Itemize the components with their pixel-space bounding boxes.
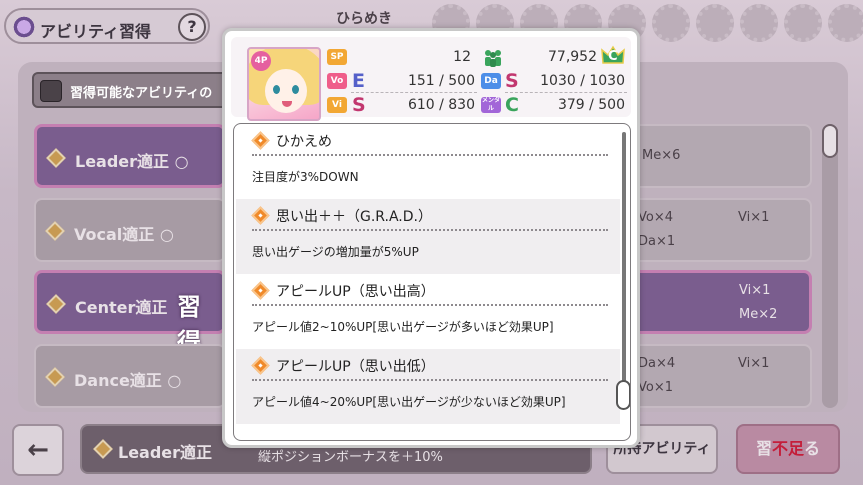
back-button[interactable]: ← (12, 424, 64, 476)
arrow-left-icon: ← (27, 435, 49, 465)
vocal-value: 151 / 500 (407, 73, 475, 89)
stat-underline (351, 92, 477, 93)
section-label: ひらめき (336, 11, 392, 27)
diamond-icon (46, 294, 66, 314)
list-item: 思い出＋＋（G.R.A.D.） 思い出ゲージの増加量が5%UP (236, 199, 620, 274)
mental-value: 379 / 500 (557, 97, 625, 113)
hirameki-popup: 4P SP 12 77,952 C Vo E 151 / 500 Da S 10… (222, 28, 640, 448)
dotted-divider (252, 304, 608, 306)
dotted-divider (252, 154, 608, 156)
ability-name: アピールUP（思い出低） (276, 359, 435, 375)
fans-icon (485, 50, 501, 67)
popup-scrollbar-thumb[interactable] (616, 380, 630, 410)
screen-title-bar: アビリティ習得 ? (4, 8, 210, 44)
diamond-icon (251, 206, 270, 225)
cost-label: Vi×1 (739, 283, 771, 298)
learn-label-a: 習 (755, 439, 772, 458)
list-item: アピールUP（思い出低） アピール値4~20%UP[思い出ゲージが少ないほど効果… (236, 349, 620, 424)
visual-rank: S (352, 94, 366, 116)
ability-row-label: Vocal適正 ○ (74, 225, 174, 244)
vocal-rank: E (352, 70, 365, 92)
ability-name: ひかえめ (276, 134, 332, 150)
gear-icon (784, 4, 822, 42)
cost-label: Vo×4 (638, 210, 674, 225)
fans-value: 77,952 (548, 49, 597, 65)
ability-desc: 思い出ゲージの増加量が5%UP (252, 245, 419, 259)
dotted-divider (252, 229, 608, 231)
selected-ability-title: Leader適正 (118, 443, 213, 462)
screen-title: アビリティ習得 (40, 22, 152, 41)
mental-rank: C (505, 94, 519, 116)
diamond-icon (251, 131, 270, 150)
fan-rank: C (608, 49, 618, 64)
idol-stats-panel: 4P SP 12 77,952 C Vo E 151 / 500 Da S 10… (231, 37, 631, 121)
ability-name: 思い出＋＋（G.R.A.D.） (276, 209, 432, 225)
ability-desc: アピール値4~20%UP[思い出ゲージが少ないほど効果UP] (252, 395, 566, 409)
ability-row[interactable]: Vocal適正 ○ (34, 198, 226, 262)
diamond-icon (93, 439, 113, 459)
gear-icon (652, 4, 690, 42)
filter-label: 習得可能なアビリティの (70, 86, 213, 101)
ability-row[interactable]: Leader適正 ○ (34, 124, 226, 188)
cost-label: Vi×1 (738, 356, 770, 371)
ability-icon (12, 15, 36, 39)
ability-row[interactable]: Center適正 習得 (34, 270, 226, 356)
visual-chip: Vi (327, 97, 347, 113)
list-scrollbar-thumb[interactable] (822, 124, 838, 158)
idol-portrait: 4P (247, 47, 321, 121)
stat-underline (505, 92, 627, 93)
learn-label-b: る (804, 439, 821, 458)
selected-ability-desc: 縦ポジションボーナスを＋10% (258, 450, 443, 465)
learn-button[interactable]: 習不足る (736, 424, 840, 474)
filter-checkbox[interactable] (40, 80, 62, 102)
diamond-icon (251, 356, 270, 375)
cost-label: Da×4 (638, 356, 676, 371)
portrait-badge: 4P (251, 51, 271, 71)
ability-row-label: Dance適正 ○ (74, 371, 182, 390)
learnable-filter[interactable]: 習得可能なアビリティの (32, 72, 237, 108)
dance-rank: S (505, 70, 519, 92)
cost-label: Vo×1 (638, 380, 674, 395)
diamond-icon (251, 281, 270, 300)
ability-desc: 注目度が3%DOWN (252, 170, 359, 184)
cost-label: Me×6 (642, 148, 681, 163)
insufficient-label: 不足 (771, 439, 804, 458)
ability-desc: アピール値2~10%UP[思い出ゲージが多いほど効果UP] (252, 320, 554, 334)
vocal-chip: Vo (327, 73, 347, 89)
help-button[interactable]: ? (178, 13, 206, 41)
cost-label: Me×2 (739, 307, 778, 322)
sp-chip: SP (327, 49, 347, 65)
gear-icon (740, 4, 778, 42)
dotted-divider (252, 379, 608, 381)
dance-chip: Da (481, 73, 501, 89)
list-scrollbar[interactable] (822, 124, 838, 408)
list-item: ひかえめ 注目度が3%DOWN (236, 124, 620, 199)
sp-value: 12 (453, 49, 471, 65)
list-item: アピールUP（思い出高） アピール値2~10%UP[思い出ゲージが多いほど効果U… (236, 274, 620, 349)
ability-row-label: Leader適正 ○ (75, 152, 189, 171)
diamond-icon (45, 367, 65, 387)
diamond-icon (46, 148, 66, 168)
gear-icon (828, 4, 863, 42)
ability-list[interactable]: ひかえめ 注目度が3%DOWN 思い出＋＋（G.R.A.D.） 思い出ゲージの増… (233, 123, 631, 441)
portrait-eye (292, 85, 299, 94)
popup-scrollbar[interactable] (622, 132, 626, 402)
diamond-icon (45, 221, 65, 241)
ability-row[interactable]: Dance適正 ○ (34, 344, 226, 408)
dance-value: 1030 / 1030 (540, 73, 625, 89)
mental-chip: メンタル (481, 97, 501, 113)
ability-row-label: Center適正 (75, 298, 168, 317)
cost-label: Da×1 (638, 234, 676, 249)
cost-label: Vi×1 (738, 210, 770, 225)
ability-name: アピールUP（思い出高） (276, 284, 435, 300)
visual-value: 610 / 830 (407, 97, 475, 113)
gear-icon (696, 4, 734, 42)
portrait-eye (273, 85, 280, 94)
